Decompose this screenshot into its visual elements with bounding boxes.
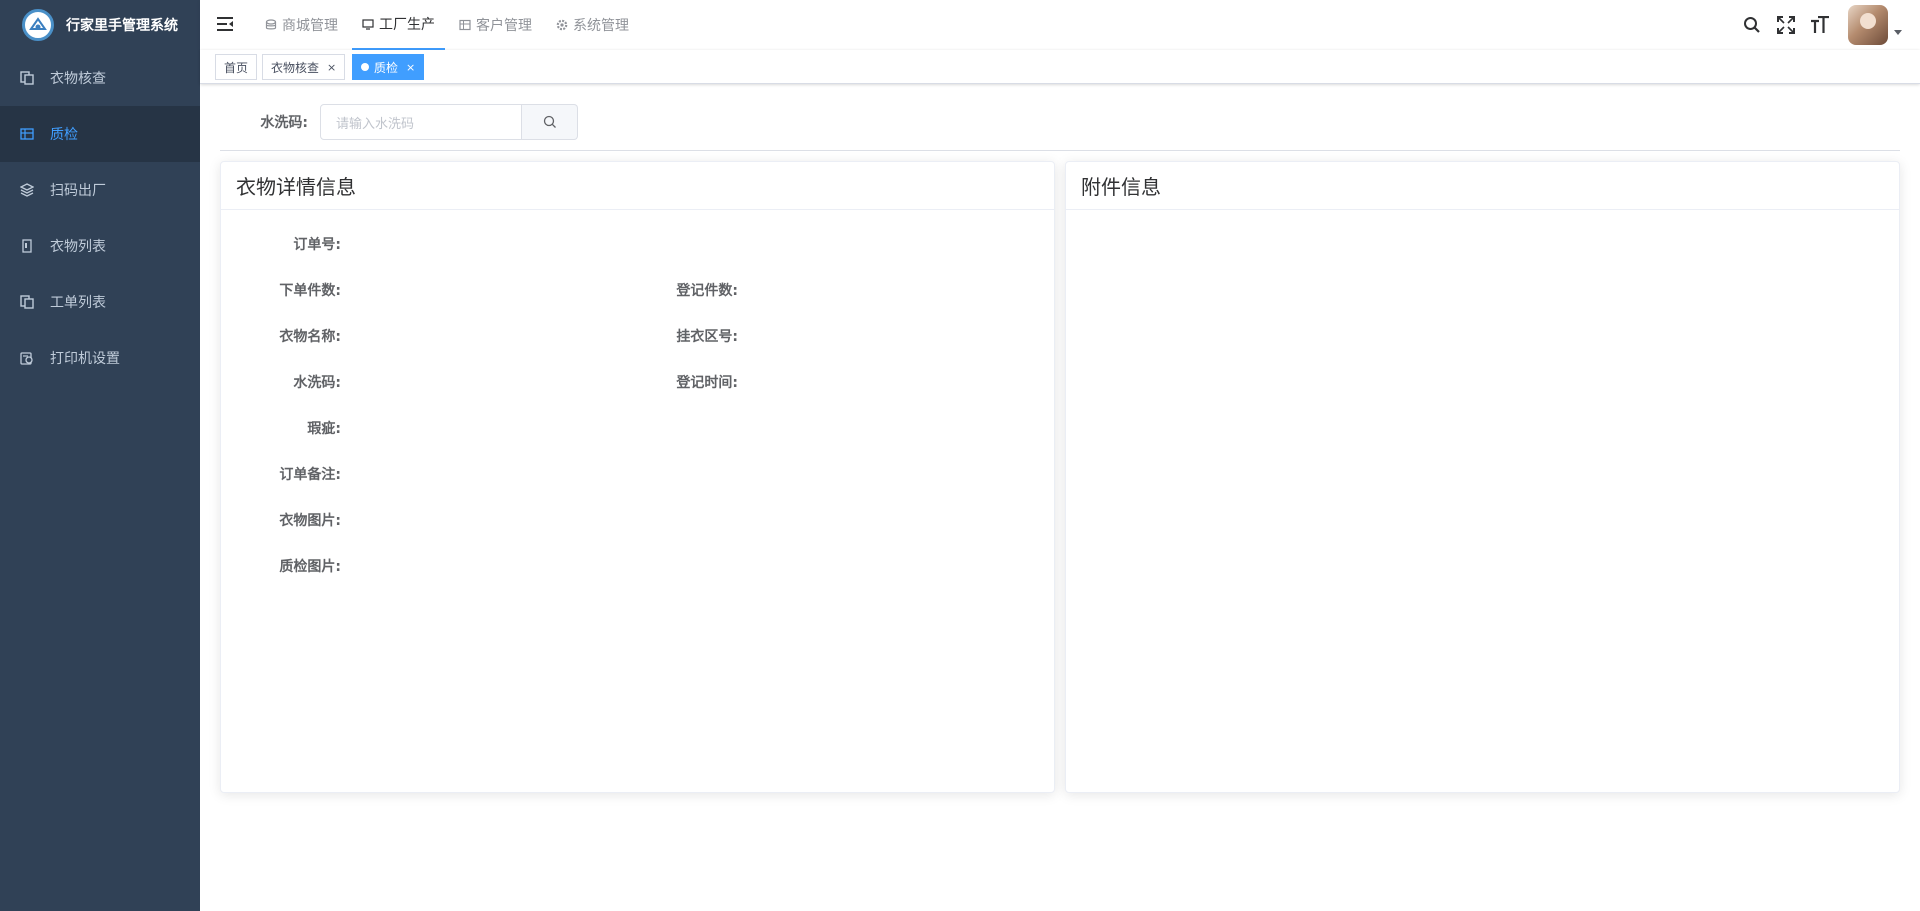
sidebar-item-clothes-list[interactable]: 衣物列表 xyxy=(0,218,200,274)
wash-code-detail-label: 水洗码: xyxy=(293,375,341,391)
sidebar-item-printer-settings[interactable]: 打印机设置 xyxy=(0,330,200,386)
order-note-label: 订单备注: xyxy=(279,467,341,483)
hanging-area-label: 挂衣区号: xyxy=(676,329,738,345)
fullscreen-icon[interactable] xyxy=(1776,15,1796,35)
sidebar-item-label: 扫码出厂 xyxy=(50,183,106,199)
item-images-label: 衣物图片: xyxy=(279,513,341,529)
qc-images-label: 质检图片: xyxy=(279,559,341,575)
card-title: 附件信息 xyxy=(1066,162,1899,210)
item-name-label: 衣物名称: xyxy=(279,329,341,345)
sidebar-item-label: 衣物列表 xyxy=(50,239,106,255)
documents-icon xyxy=(20,295,34,309)
topnav-item-label: 工厂生产 xyxy=(379,17,435,33)
app-title: 行家里手管理系统 xyxy=(66,18,178,34)
active-dot-icon xyxy=(361,63,369,71)
menu-fold-icon[interactable] xyxy=(216,15,234,33)
topnav-item-factory[interactable]: 工厂生产 xyxy=(352,0,445,50)
sidebar-item-work-orders[interactable]: 工单列表 xyxy=(0,274,200,330)
caret-down-icon[interactable] xyxy=(1894,29,1902,35)
close-icon[interactable]: × xyxy=(406,61,415,74)
divider xyxy=(220,150,1900,151)
close-icon[interactable]: × xyxy=(327,61,336,74)
register-count-label: 登记件数: xyxy=(676,283,738,299)
logo[interactable]: 行家里手管理系统 xyxy=(0,0,200,50)
gear-icon xyxy=(556,19,568,31)
attachment-card: 附件信息 xyxy=(1065,161,1900,793)
sidebar-item-label: 打印机设置 xyxy=(50,351,120,367)
search-button[interactable] xyxy=(522,104,578,140)
database-icon xyxy=(265,19,277,31)
card-title: 衣物详情信息 xyxy=(221,162,1054,210)
printer-icon xyxy=(20,351,34,365)
topnav-item-label: 商城管理 xyxy=(282,18,338,34)
topnav-item-label: 客户管理 xyxy=(476,18,532,34)
sidebar-item-quality-check[interactable]: 质检 xyxy=(0,106,200,162)
layers-icon xyxy=(20,183,34,197)
list-icon xyxy=(20,239,34,253)
clothes-detail-card: 衣物详情信息 订单号: 下单件数: 登记件数: 衣物名称: 挂衣区号: 水洗码:… xyxy=(220,161,1055,793)
avatar[interactable] xyxy=(1848,5,1888,45)
topnav-item-system[interactable]: 系统管理 xyxy=(546,0,639,50)
wash-code-input[interactable]: 请输入水洗码 xyxy=(320,104,522,140)
monitor-icon xyxy=(362,18,374,30)
font-size-icon[interactable] xyxy=(1810,15,1830,35)
documents-icon xyxy=(20,71,34,85)
tag-home[interactable]: 首页 xyxy=(215,54,258,80)
navbar: 商城管理 工厂生产 客户管理 系统管理 xyxy=(200,0,1920,50)
topnav-item-label: 系统管理 xyxy=(573,18,629,34)
search-form: 水洗码: 请输入水洗码 xyxy=(220,104,578,140)
wash-code-label: 水洗码: xyxy=(260,115,308,131)
order-no-label: 订单号: xyxy=(293,237,341,253)
order-count-label: 下单件数: xyxy=(279,283,341,299)
register-time-label: 登记时间: xyxy=(676,375,738,391)
top-nav: 商城管理 工厂生产 客户管理 系统管理 xyxy=(255,0,643,50)
sidebar-item-clothes-check[interactable]: 衣物核查 xyxy=(0,50,200,106)
search-icon[interactable] xyxy=(1742,15,1762,35)
sidebar-item-label: 衣物核查 xyxy=(50,71,106,87)
sidebar-item-scan-out[interactable]: 扫码出厂 xyxy=(0,162,200,218)
logo-icon xyxy=(22,9,54,41)
tag-label: 首页 xyxy=(224,60,249,75)
tag-clothes-check[interactable]: 衣物核查 × xyxy=(262,54,346,80)
sidebar-item-label: 工单列表 xyxy=(50,295,106,311)
table-icon xyxy=(459,19,471,31)
sidebar: 行家里手管理系统 衣物核查 质检 扫码出厂 衣物列表 工单列表 打印机设置 xyxy=(0,0,200,911)
tag-label: 衣物核查 xyxy=(271,60,320,75)
search-icon xyxy=(543,115,556,128)
right-menu xyxy=(1728,0,1902,50)
topnav-item-customers[interactable]: 客户管理 xyxy=(449,0,542,50)
tag-quality-check[interactable]: 质检 × xyxy=(352,54,425,80)
tag-label: 质检 xyxy=(374,60,399,75)
sidebar-item-label: 质检 xyxy=(50,127,78,143)
defect-label: 瑕疵: xyxy=(307,421,341,437)
topnav-item-mall[interactable]: 商城管理 xyxy=(255,0,348,50)
table-icon xyxy=(20,127,34,141)
tags-view: 首页 衣物核查 × 质检 × xyxy=(200,50,1920,84)
